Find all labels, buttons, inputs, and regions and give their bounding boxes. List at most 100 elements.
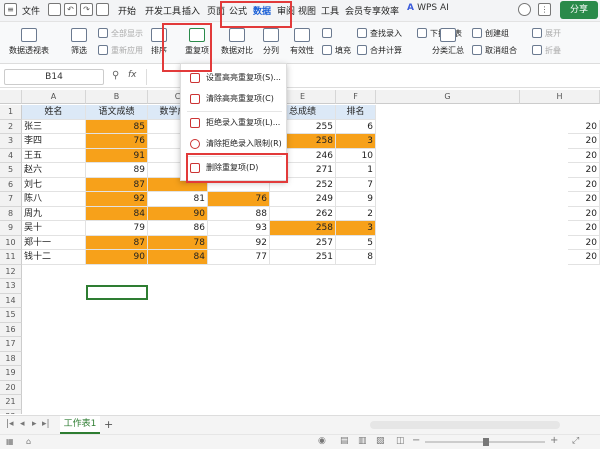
row-header-3[interactable]: 3 <box>0 134 22 149</box>
menu-home[interactable]: 开始 <box>118 4 136 17</box>
table-cell[interactable]: 5 <box>336 235 376 250</box>
table-cell[interactable]: 76 <box>208 192 270 207</box>
table-cell-h[interactable]: 20 <box>568 177 600 192</box>
table-cell[interactable]: 87 <box>86 235 148 250</box>
wps-ai-button[interactable]: A WPS AI <box>407 3 449 13</box>
row-header-22[interactable]: 22 <box>0 409 22 414</box>
table-cell[interactable]: 81 <box>148 192 208 207</box>
table-header-cell[interactable]: 姓名 <box>22 105 86 120</box>
sheet-tab-1[interactable]: 工作表1 <box>60 416 100 434</box>
table-cell[interactable]: 262 <box>270 206 336 221</box>
next-sheet-icon[interactable]: ▸ <box>32 419 37 429</box>
table-cell[interactable]: 249 <box>270 192 336 207</box>
table-cell[interactable]: 90 <box>86 250 148 265</box>
column-header-b[interactable]: B <box>86 90 148 104</box>
row-header-18[interactable]: 18 <box>0 351 22 366</box>
table-cell[interactable]: 77 <box>208 250 270 265</box>
table-cell-h[interactable]: 20 <box>568 163 600 178</box>
row-header-14[interactable]: 14 <box>0 293 22 308</box>
menu-formula[interactable]: 公式 <box>229 4 247 17</box>
row-header-5[interactable]: 5 <box>0 163 22 178</box>
ungroup-button[interactable]: 取消组合 <box>472 45 517 56</box>
table-cell-h[interactable]: 20 <box>568 250 600 265</box>
row-header-8[interactable]: 8 <box>0 206 22 221</box>
zoom-icon[interactable]: ⚲ <box>112 70 119 81</box>
column-header-f[interactable]: F <box>336 90 376 104</box>
zoom-out-icon[interactable]: − <box>412 435 420 446</box>
menu-item-clear-highlight[interactable]: 清除高亮重复项(C) <box>181 89 288 109</box>
table-cell[interactable]: 1 <box>336 163 376 178</box>
table-cell[interactable]: 258 <box>270 221 336 236</box>
normal-view-icon[interactable]: ▤ <box>340 436 349 446</box>
add-sheet-button[interactable]: + <box>104 418 113 431</box>
accessibility-icon[interactable]: ⌂ <box>26 437 31 446</box>
table-cell[interactable]: 85 <box>86 119 148 134</box>
select-all-corner[interactable] <box>0 90 22 104</box>
table-cell[interactable]: 陈八 <box>22 192 86 207</box>
table-cell[interactable]: 89 <box>86 163 148 178</box>
menu-page[interactable]: 页面 <box>207 4 225 17</box>
row-header-11[interactable]: 11 <box>0 250 22 265</box>
column-header-a[interactable]: A <box>22 90 86 104</box>
expand-button[interactable]: 展开 <box>532 28 561 39</box>
menu-review[interactable]: 审阅 <box>277 4 295 17</box>
table-cell[interactable]: 86 <box>148 221 208 236</box>
name-box[interactable]: B14 <box>4 69 104 85</box>
menu-tools[interactable]: 工具 <box>321 4 339 17</box>
menu-view[interactable]: 视图 <box>298 4 316 17</box>
table-cell-h[interactable]: 20 <box>568 235 600 250</box>
show-all-button[interactable]: 全部显示 <box>98 28 143 39</box>
menu-data[interactable]: 数据 <box>253 4 271 17</box>
cloud-icon[interactable] <box>518 3 531 16</box>
table-cell[interactable]: 251 <box>270 250 336 265</box>
table-cell[interactable]: 张三 <box>22 119 86 134</box>
reapply-button[interactable]: 重新应用 <box>98 45 143 56</box>
row-header-19[interactable]: 19 <box>0 366 22 381</box>
menu-efficiency[interactable]: 效率 <box>381 4 399 17</box>
redo-icon[interactable]: ↷ <box>80 3 93 16</box>
table-cell[interactable]: 88 <box>208 206 270 221</box>
table-cell[interactable]: 93 <box>208 221 270 236</box>
eye-protection-icon[interactable]: ◉ <box>318 436 326 446</box>
collapse-button[interactable]: 折叠 <box>532 45 561 56</box>
table-cell[interactable]: 78 <box>148 235 208 250</box>
table-cell[interactable]: 郑十一 <box>22 235 86 250</box>
column-header-h[interactable]: H <box>520 90 600 104</box>
row-header-10[interactable]: 10 <box>0 235 22 250</box>
table-cell[interactable]: 90 <box>148 206 208 221</box>
sort-button[interactable]: 排序 <box>144 28 174 56</box>
row-header-6[interactable]: 6 <box>0 177 22 192</box>
table-cell-h[interactable]: 20 <box>568 221 600 236</box>
page-layout-icon[interactable]: ▥ <box>358 436 367 446</box>
table-cell[interactable]: 76 <box>86 134 148 149</box>
row-header-15[interactable]: 15 <box>0 308 22 323</box>
more-icon[interactable]: ⋮ <box>538 3 551 16</box>
horizontal-scrollbar[interactable] <box>370 421 560 429</box>
lookup-button[interactable]: 查找录入 <box>357 28 402 39</box>
row-header-16[interactable]: 16 <box>0 322 22 337</box>
zoom-slider-thumb[interactable] <box>483 438 489 446</box>
fx-label[interactable]: fx <box>128 70 137 80</box>
hamburger-icon[interactable]: ≡ <box>4 3 17 16</box>
table-cell[interactable]: 吴十 <box>22 221 86 236</box>
prev-sheet-icon[interactable]: ◂ <box>20 419 25 429</box>
compare-button[interactable]: 数据对比 <box>218 28 256 56</box>
table-cell[interactable]: 92 <box>208 235 270 250</box>
pivot-table-button[interactable]: 数据透视表 <box>4 28 54 56</box>
menu-item-reject-duplicates[interactable]: 拒绝录入重复项(L)... <box>181 113 288 133</box>
table-cell-h[interactable]: 20 <box>568 192 600 207</box>
row-header-13[interactable]: 13 <box>0 279 22 294</box>
subtotal-button[interactable]: 分类汇总 <box>428 28 468 56</box>
fullscreen-icon[interactable]: ⤢ <box>572 436 579 446</box>
row-header-17[interactable]: 17 <box>0 337 22 352</box>
menu-file[interactable]: 文件 <box>22 4 40 17</box>
table-cell[interactable]: 周九 <box>22 206 86 221</box>
table-cell[interactable]: 8 <box>336 250 376 265</box>
table-cell[interactable]: 钱十二 <box>22 250 86 265</box>
macro-icon[interactable]: ▦ <box>6 437 14 446</box>
table-cell-h[interactable]: 20 <box>568 206 600 221</box>
menu-member[interactable]: 会员专享 <box>345 4 381 17</box>
row-header-2[interactable]: 2 <box>0 119 22 134</box>
menu-developer[interactable]: 开发工具 <box>145 4 181 17</box>
table-header-cell[interactable]: 语文成绩 <box>86 105 148 120</box>
